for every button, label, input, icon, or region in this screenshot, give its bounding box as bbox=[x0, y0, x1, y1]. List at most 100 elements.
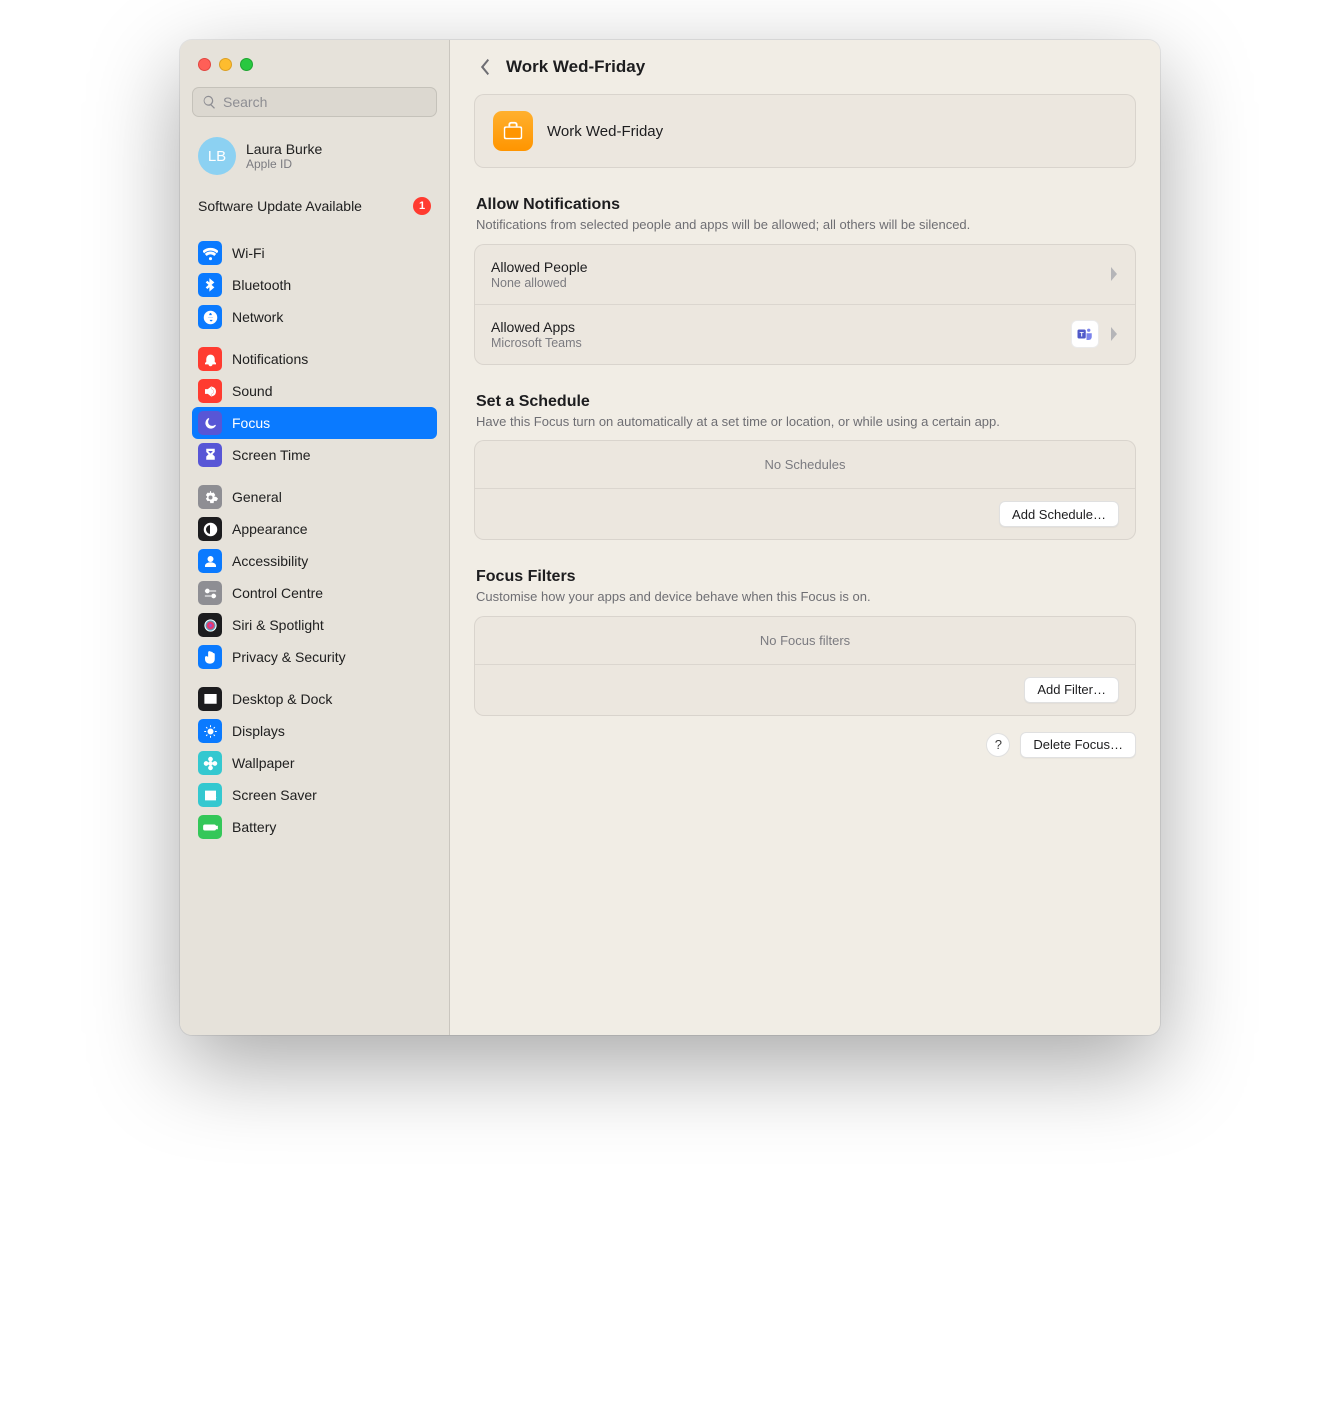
schedule-desc: Have this Focus turn on automatically at… bbox=[476, 413, 1134, 431]
page-title: Work Wed-Friday bbox=[506, 57, 645, 77]
filters-title: Focus Filters bbox=[476, 568, 1134, 586]
sidebar-item-siri-spotlight[interactable]: Siri & Spotlight bbox=[192, 609, 437, 641]
sidebar-item-network[interactable]: Network bbox=[192, 301, 437, 333]
person-icon bbox=[198, 549, 222, 573]
settings-window: LB Laura Burke Apple ID Software Update … bbox=[180, 40, 1160, 1035]
focus-header-card[interactable]: Work Wed-Friday bbox=[474, 94, 1136, 168]
allow-notifications-card: Allowed People None allowed Allowed Apps… bbox=[474, 244, 1136, 365]
gear-icon bbox=[198, 485, 222, 509]
bell-icon bbox=[198, 347, 222, 371]
sidebar-item-label: Battery bbox=[232, 819, 276, 835]
add-schedule-button[interactable]: Add Schedule… bbox=[999, 501, 1119, 527]
sidebar-item-displays[interactable]: Displays bbox=[192, 715, 437, 747]
sidebar-item-label: Desktop & Dock bbox=[232, 691, 332, 707]
briefcase-icon bbox=[493, 111, 533, 151]
focus-name: Work Wed-Friday bbox=[547, 123, 663, 140]
sidebar-item-label: Siri & Spotlight bbox=[232, 617, 324, 633]
allowed-people-row[interactable]: Allowed People None allowed bbox=[475, 245, 1135, 304]
dock-icon bbox=[198, 687, 222, 711]
sidebar-item-label: Wi-Fi bbox=[232, 245, 265, 261]
sidebar: LB Laura Burke Apple ID Software Update … bbox=[180, 40, 450, 1035]
allowed-people-sub: None allowed bbox=[491, 276, 1109, 290]
schedule-title: Set a Schedule bbox=[476, 393, 1134, 411]
wifi-icon bbox=[198, 241, 222, 265]
sidebar-item-label: Sound bbox=[232, 383, 272, 399]
battery-icon bbox=[198, 815, 222, 839]
sidebar-item-general[interactable]: General bbox=[192, 481, 437, 513]
avatar: LB bbox=[198, 137, 236, 175]
help-button[interactable]: ? bbox=[986, 733, 1010, 757]
sidebar-item-label: Appearance bbox=[232, 521, 308, 537]
zoom-window[interactable] bbox=[240, 58, 253, 71]
sidebar-item-sound[interactable]: Sound bbox=[192, 375, 437, 407]
sidebar-item-focus[interactable]: Focus bbox=[192, 407, 437, 439]
siri-icon bbox=[198, 613, 222, 637]
teams-icon: T bbox=[1071, 320, 1099, 348]
sidebar-item-wi-fi[interactable]: Wi-Fi bbox=[192, 237, 437, 269]
sidebar-item-label: Privacy & Security bbox=[232, 649, 346, 665]
software-update-label: Software Update Available bbox=[198, 198, 362, 214]
allow-notifications-title: Allow Notifications bbox=[476, 196, 1134, 214]
account-name: Laura Burke bbox=[246, 141, 322, 157]
sidebar-item-screen-time[interactable]: Screen Time bbox=[192, 439, 437, 471]
sidebar-item-label: Control Centre bbox=[232, 585, 323, 601]
sun-icon bbox=[198, 719, 222, 743]
allowed-apps-sub: Microsoft Teams bbox=[491, 336, 1071, 350]
filters-desc: Customise how your apps and device behav… bbox=[476, 588, 1134, 606]
allowed-people-label: Allowed People bbox=[491, 259, 1109, 275]
sidebar-item-screen-saver[interactable]: Screen Saver bbox=[192, 779, 437, 811]
minimize-window[interactable] bbox=[219, 58, 232, 71]
sidebar-item-label: Screen Time bbox=[232, 447, 311, 463]
sidebar-item-label: Wallpaper bbox=[232, 755, 295, 771]
sidebar-item-wallpaper[interactable]: Wallpaper bbox=[192, 747, 437, 779]
footer-row: ? Delete Focus… bbox=[474, 732, 1136, 758]
sidebar-item-battery[interactable]: Battery bbox=[192, 811, 437, 843]
sidebar-item-label: Notifications bbox=[232, 351, 308, 367]
hourglass-icon bbox=[198, 443, 222, 467]
contrast-icon bbox=[198, 517, 222, 541]
filters-card: No Focus filters Add Filter… bbox=[474, 616, 1136, 716]
delete-focus-button[interactable]: Delete Focus… bbox=[1020, 732, 1136, 758]
add-filter-button[interactable]: Add Filter… bbox=[1024, 677, 1119, 703]
schedule-empty: No Schedules bbox=[475, 441, 1135, 488]
chevron-left-icon bbox=[478, 58, 491, 76]
search-icon bbox=[202, 95, 217, 110]
sidebar-item-desktop-dock[interactable]: Desktop & Dock bbox=[192, 683, 437, 715]
search-wrap bbox=[192, 87, 437, 117]
switches-icon bbox=[198, 581, 222, 605]
sidebar-item-notifications[interactable]: Notifications bbox=[192, 343, 437, 375]
globe-icon bbox=[198, 305, 222, 329]
sidebar-item-privacy-security[interactable]: Privacy & Security bbox=[192, 641, 437, 673]
main-pane: Work Wed-Friday Work Wed-Friday Allow No… bbox=[450, 40, 1160, 1035]
allowed-apps-label: Allowed Apps bbox=[491, 319, 1071, 335]
sidebar-item-label: Screen Saver bbox=[232, 787, 317, 803]
sidebar-item-appearance[interactable]: Appearance bbox=[192, 513, 437, 545]
filters-empty: No Focus filters bbox=[475, 617, 1135, 664]
sidebar-item-label: Bluetooth bbox=[232, 277, 291, 293]
sidebar-item-label: General bbox=[232, 489, 282, 505]
chevron-right-icon bbox=[1109, 326, 1119, 342]
flower-icon bbox=[198, 751, 222, 775]
close-window[interactable] bbox=[198, 58, 211, 71]
photo-icon bbox=[198, 783, 222, 807]
moon-icon bbox=[198, 411, 222, 435]
titlebar: Work Wed-Friday bbox=[450, 40, 1160, 94]
search-input[interactable] bbox=[192, 87, 437, 117]
allow-notifications-desc: Notifications from selected people and a… bbox=[476, 216, 1134, 234]
software-update-row[interactable]: Software Update Available 1 bbox=[192, 183, 437, 227]
hand-icon bbox=[198, 645, 222, 669]
chevron-right-icon bbox=[1109, 266, 1119, 282]
allowed-apps-row[interactable]: Allowed Apps Microsoft Teams T bbox=[475, 304, 1135, 364]
sidebar-item-accessibility[interactable]: Accessibility bbox=[192, 545, 437, 577]
sidebar-item-label: Focus bbox=[232, 415, 270, 431]
sidebar-item-label: Accessibility bbox=[232, 553, 308, 569]
account-sub: Apple ID bbox=[246, 157, 322, 171]
apple-id-row[interactable]: LB Laura Burke Apple ID bbox=[192, 131, 437, 183]
sidebar-item-bluetooth[interactable]: Bluetooth bbox=[192, 269, 437, 301]
sidebar-item-control-centre[interactable]: Control Centre bbox=[192, 577, 437, 609]
sidebar-item-label: Network bbox=[232, 309, 283, 325]
back-button[interactable] bbox=[472, 55, 496, 79]
software-update-badge: 1 bbox=[413, 197, 431, 215]
window-controls bbox=[198, 58, 437, 71]
bluetooth-icon bbox=[198, 273, 222, 297]
